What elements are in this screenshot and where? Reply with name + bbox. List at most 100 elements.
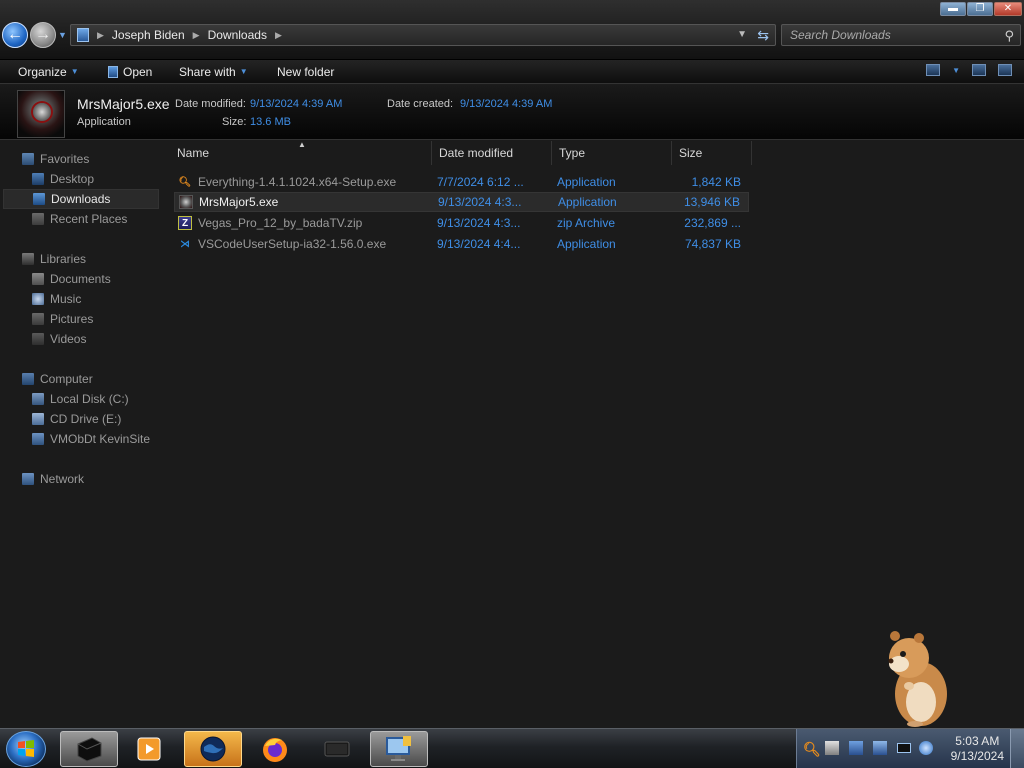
date-created-label: Date created: [387,98,454,110]
nav-recent-places[interactable]: Recent Places [0,209,156,229]
chevron-down-icon[interactable]: ▼ [952,66,960,75]
file-name-cell: Z Vegas_Pro_12_by_badaTV.zip [178,216,362,230]
hard-disk-icon [32,393,44,405]
nav-music[interactable]: Music [0,289,156,309]
file-name: VSCodeUserSetup-ia32-1.56.0.exe [198,237,387,251]
nav-videos[interactable]: Videos [0,329,156,349]
nav-label: Desktop [50,172,95,186]
taskbar-explorer[interactable] [60,731,118,767]
size-value: 13.6 MB [250,116,291,128]
search-box[interactable]: ⚲ [781,24,1021,46]
start-button[interactable] [6,731,46,767]
file-date: 9/13/2024 4:3... [437,216,521,230]
help-icon[interactable] [998,64,1012,76]
cd-drive-icon [32,413,44,425]
recent-places-icon [32,213,44,225]
column-header-size[interactable]: Size [672,141,752,165]
preview-pane-icon[interactable] [972,64,986,76]
organize-button[interactable]: Organize ▼ [18,60,79,83]
chevron-down-icon: ▼ [70,67,79,76]
forward-arrow-icon: → [35,26,51,43]
nav-computer[interactable]: Computer [0,369,156,389]
column-header-date[interactable]: Date modified [432,141,552,165]
system-tray: 🔍︎ 5:03 AM 9/13/2024 [796,729,1024,768]
file-row[interactable]: Z Vegas_Pro_12_by_badaTV.zip 9/13/2024 4:… [174,213,749,233]
file-thumbnail [17,90,65,138]
videos-icon [32,333,44,345]
forward-button[interactable]: → [30,22,56,48]
nav-desktop[interactable]: Desktop [0,169,156,189]
breadcrumb-user[interactable]: Joseph Biden [112,28,185,42]
clock[interactable]: 5:03 AM 9/13/2024 [951,734,1004,764]
change-view-icon[interactable] [926,64,941,76]
nav-network-share[interactable]: VMObDt KevinSite [0,429,156,449]
nav-local-disk[interactable]: Local Disk (C:) [0,389,156,409]
file-row[interactable]: 🔍︎ Everything-1.4.1.1024.x64-Setup.exe 7/… [174,172,749,192]
file-date: 9/13/2024 4:4... [437,237,521,251]
hamster-desktop-pet[interactable] [885,628,951,728]
display-tray-icon[interactable] [897,743,911,753]
taskbar-computer[interactable] [370,731,428,767]
nav-downloads[interactable]: Downloads [3,189,159,209]
close-button[interactable]: ✕ [994,2,1022,16]
details-pane [0,85,1024,140]
network-icon [22,473,34,485]
chevron-right-icon[interactable]: ▶ [275,30,282,41]
libraries-icon [22,253,34,265]
exe-icon [179,195,193,209]
file-row[interactable]: ⋊ VSCodeUserSetup-ia32-1.56.0.exe 9/13/20… [174,234,749,254]
file-size: 74,837 KB [684,237,741,251]
new-folder-button[interactable]: New folder [277,60,334,83]
folder-location-icon [77,28,89,42]
address-bar[interactable]: ▶ Joseph Biden ▶ Downloads ▶ ▼ ⇆ [70,24,776,46]
new-folder-label: New folder [277,64,335,79]
taskbar-media-player[interactable] [120,731,178,767]
open-button[interactable]: Open [108,60,152,83]
nav-cd-drive[interactable]: CD Drive (E:) [0,409,156,429]
search-input[interactable] [790,28,990,42]
show-desktop-button[interactable] [1010,729,1024,768]
music-icon [32,293,44,305]
chevron-right-icon[interactable]: ▶ [193,30,200,41]
file-name-cell: 🔍︎ Everything-1.4.1.1024.x64-Setup.exe [178,175,397,189]
address-history-dropdown[interactable]: ▼ [737,29,747,40]
nav-label: Libraries [40,252,87,266]
chevron-right-icon[interactable]: ▶ [97,30,104,41]
maximize-button[interactable]: ❐ [967,2,993,16]
column-label: Date modified [439,146,514,160]
nav-label: Pictures [50,312,94,326]
file-size: 232,869 ... [684,216,741,230]
nav-documents[interactable]: Documents [0,269,156,289]
nav-network[interactable]: Network [0,469,156,489]
action-center-icon[interactable] [849,741,863,755]
recent-pages-dropdown[interactable]: ▼ [58,30,67,40]
column-header-name[interactable]: Name [170,141,432,165]
date-created-value: 9/13/2024 4:39 AM [460,98,553,110]
share-with-button[interactable]: Share with ▼ [179,60,248,83]
volume-icon[interactable] [919,741,933,755]
app-tray-icon[interactable] [825,741,839,755]
taskbar-firefox[interactable] [246,731,304,767]
file-row-selected[interactable]: MrsMajor5.exe 9/13/2024 4:3... Applicati… [174,192,749,212]
details-file-name: MrsMajor5.exe [77,96,170,112]
nav-libraries[interactable]: Libraries [0,249,156,269]
nav-pictures[interactable]: Pictures [0,309,156,329]
nav-label: Network [40,472,85,486]
computer-icon [22,373,34,385]
back-button[interactable]: ← [2,22,28,48]
breadcrumb-downloads[interactable]: Downloads [208,28,267,42]
column-label: Name [177,146,210,160]
file-size: 13,946 KB [683,195,740,209]
nav-favorites[interactable]: Favorites [0,149,156,169]
network-tray-icon[interactable] [873,741,887,755]
date-modified-value: 9/13/2024 4:39 AM [250,98,343,110]
network-drive-icon [32,433,44,445]
column-header-type[interactable]: Type [552,141,672,165]
search-icon[interactable]: ⚲ [1004,28,1014,44]
nav-label: Downloads [51,192,111,206]
taskbar-browser[interactable] [184,731,242,767]
everything-search-tray-icon[interactable]: 🔍︎ [803,741,821,757]
refresh-icon[interactable]: ⇆ [757,27,769,44]
minimize-button[interactable]: ▬ [940,2,966,16]
taskbar-terminal[interactable] [308,731,366,767]
